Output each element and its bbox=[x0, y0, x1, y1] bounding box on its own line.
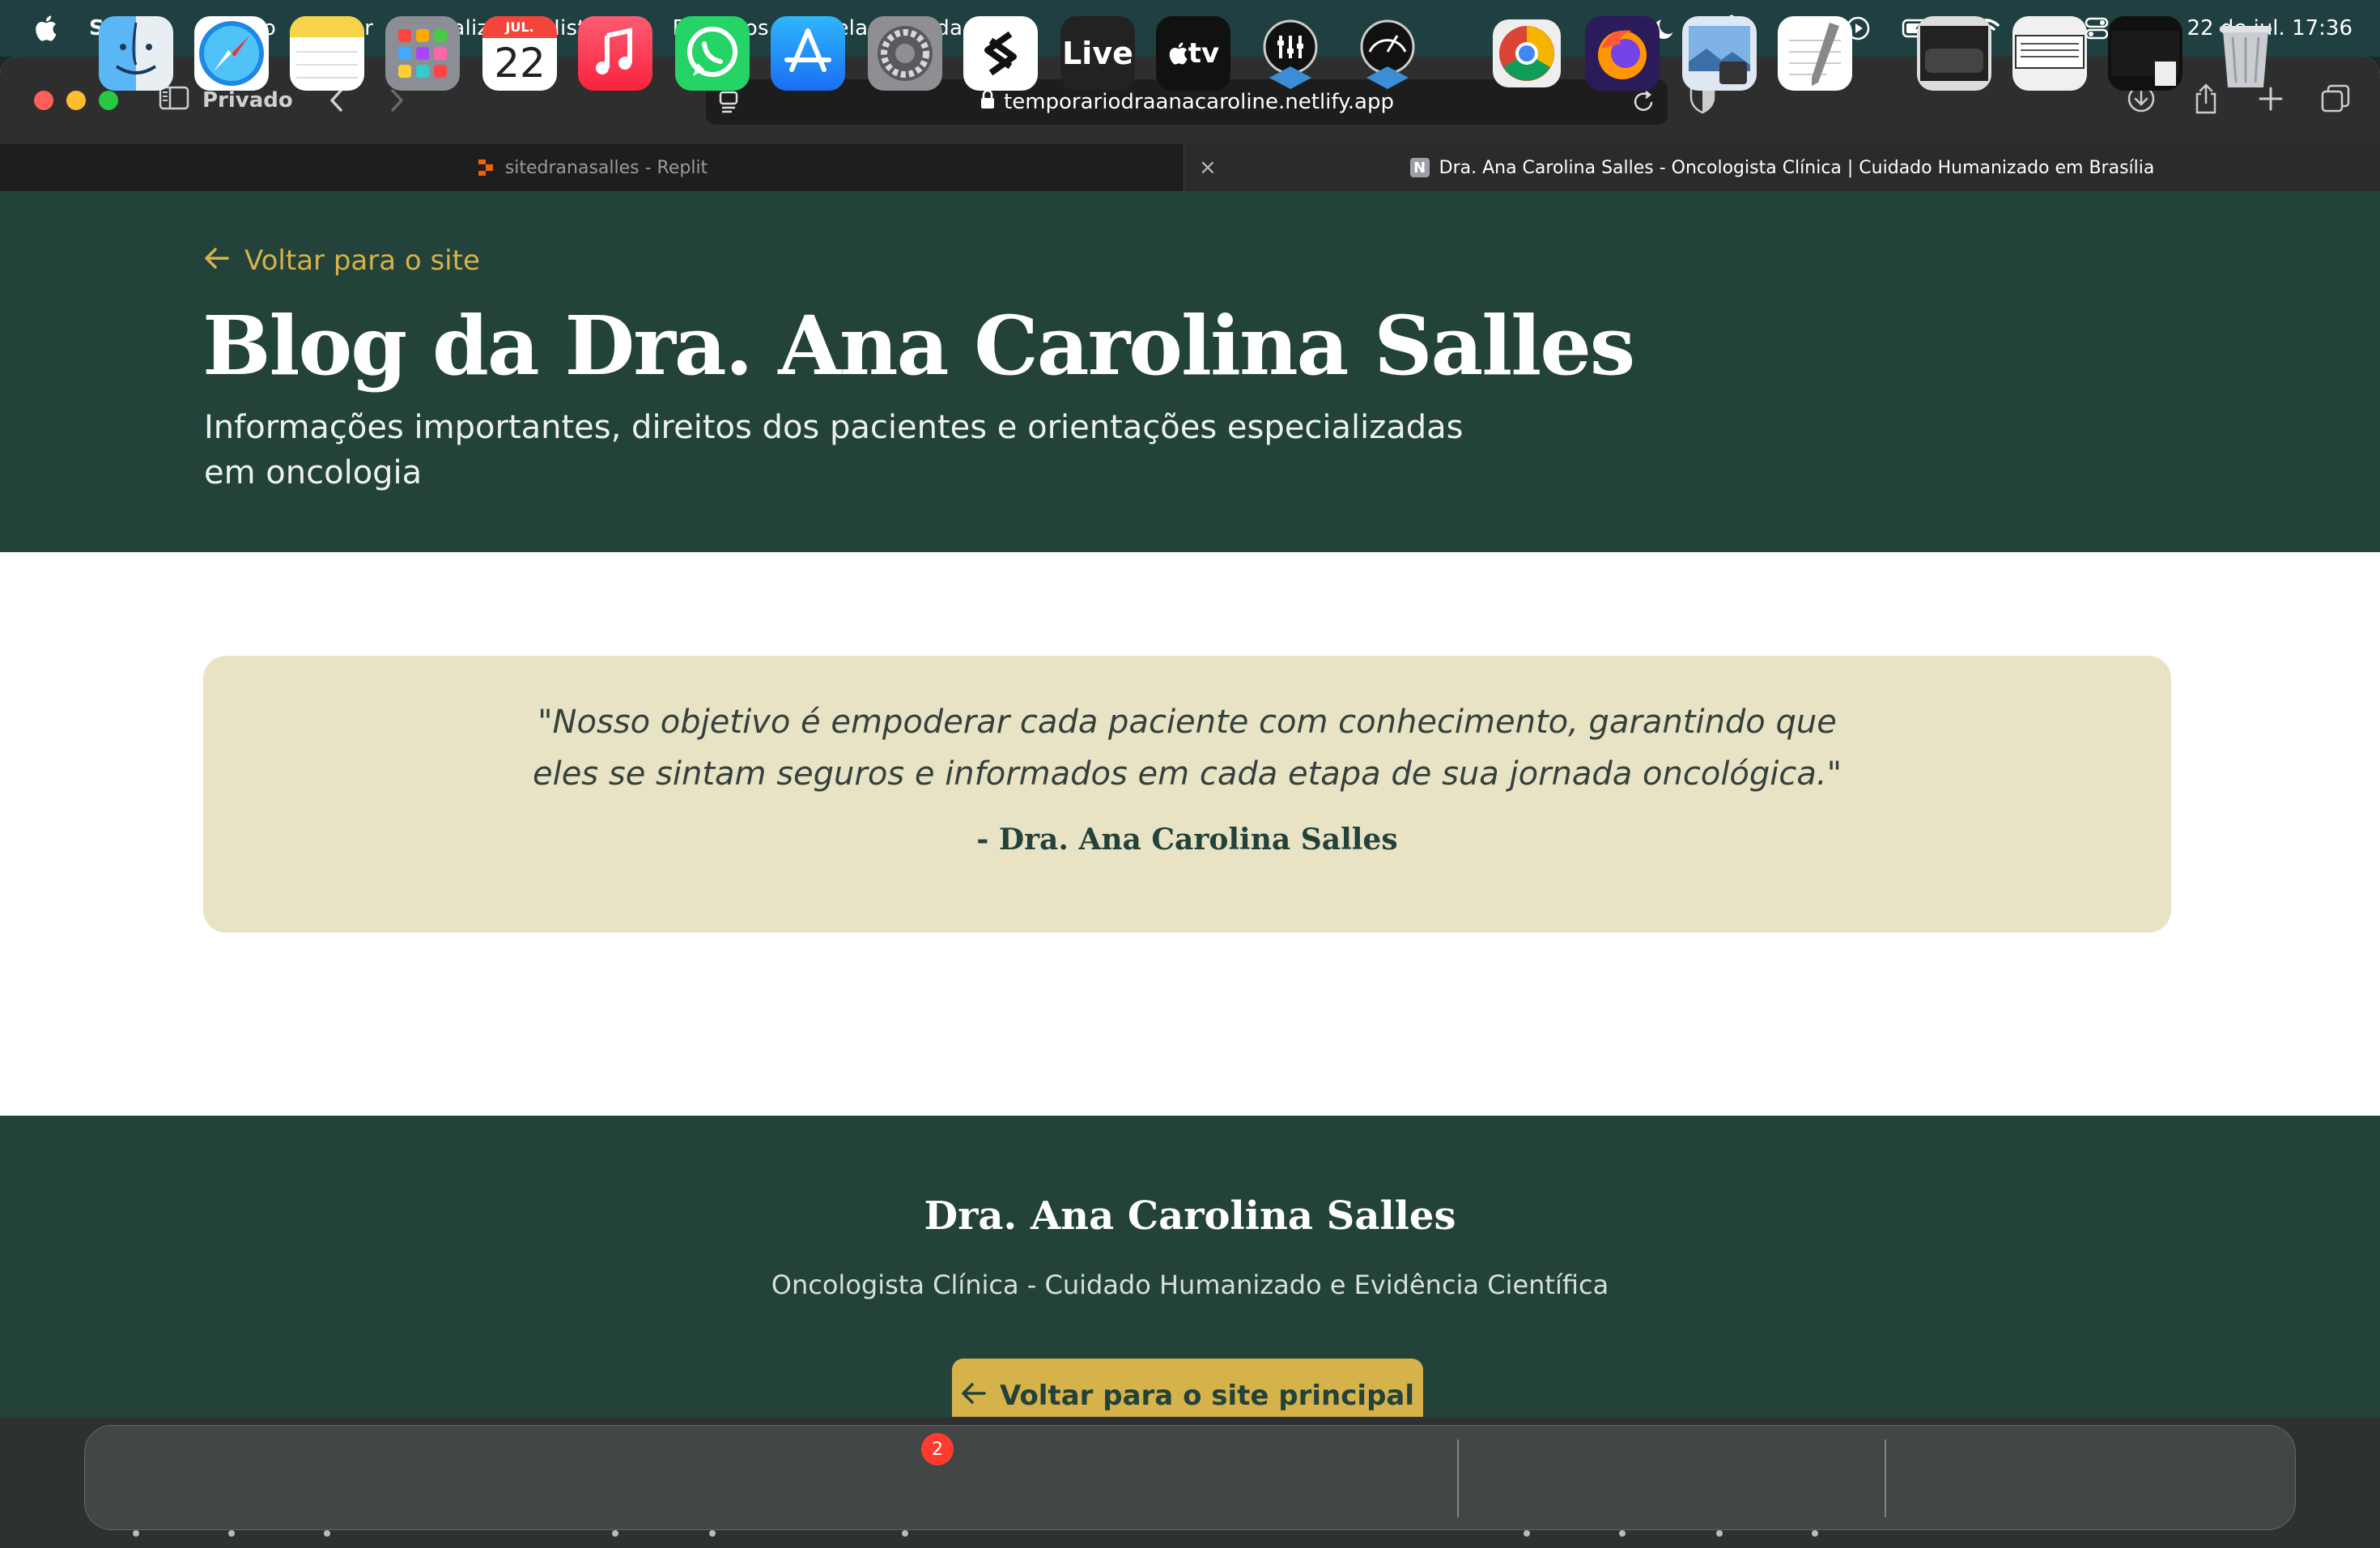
calendar-month: JUL. bbox=[482, 16, 557, 38]
sidebar-icon bbox=[159, 86, 189, 116]
running-indicator bbox=[1716, 1530, 1723, 1537]
url-display: temporariodraanacaroline.netlify.app bbox=[706, 89, 1668, 116]
replit-favicon-icon bbox=[476, 158, 495, 177]
calendar-dock-icon[interactable]: JUL. 22 bbox=[482, 16, 557, 91]
uad-meter-dock-icon[interactable] bbox=[1350, 16, 1425, 91]
running-indicator bbox=[324, 1530, 330, 1537]
running-indicator bbox=[1619, 1530, 1626, 1537]
arrow-left-icon bbox=[204, 245, 230, 277]
app-store-dock-icon[interactable] bbox=[771, 16, 845, 91]
stack-image-2-thumbnail[interactable] bbox=[2012, 16, 2087, 91]
zoom-window-button[interactable] bbox=[99, 91, 118, 110]
running-indicator bbox=[902, 1530, 908, 1537]
arrow-left-icon bbox=[961, 1380, 987, 1412]
site-footer: Dra. Ana Carolina Salles Oncologista Clí… bbox=[0, 1116, 2380, 1417]
tv-label: tv bbox=[1188, 37, 1220, 70]
running-indicator bbox=[709, 1530, 716, 1537]
dock bbox=[84, 1425, 2296, 1530]
back-to-main-site-button[interactable]: Voltar para o site principal bbox=[952, 1359, 1423, 1417]
web-content: Voltar para o site Blog da Dra. Ana Caro… bbox=[0, 191, 2380, 1417]
running-indicator bbox=[1524, 1530, 1530, 1537]
quote-author: - Dra. Ana Carolina Salles bbox=[976, 823, 1398, 857]
running-indicator bbox=[228, 1530, 235, 1537]
minimize-window-button[interactable] bbox=[66, 91, 86, 110]
tab-bar: sitedranasalles - Replit × N Dra. Ana Ca… bbox=[0, 144, 2380, 192]
ableton-live-dock-icon[interactable]: Live bbox=[1060, 16, 1135, 91]
window-controls bbox=[34, 91, 118, 110]
finder-dock-icon[interactable] bbox=[99, 16, 173, 91]
firefox-dock-icon[interactable] bbox=[1585, 16, 1660, 91]
close-tab-icon[interactable]: × bbox=[1199, 157, 1217, 178]
control-center-icon[interactable] bbox=[2085, 12, 2109, 45]
capcut-dock-icon[interactable] bbox=[963, 16, 1038, 91]
private-mode-label: Privado bbox=[202, 88, 293, 113]
page-title: Blog da Dra. Ana Carolina Salles bbox=[202, 298, 1635, 393]
lock-icon bbox=[980, 89, 996, 116]
blog-header: Voltar para o site Blog da Dra. Ana Caro… bbox=[0, 191, 2380, 552]
textedit-dock-icon[interactable] bbox=[1778, 16, 1852, 91]
notes-dock-icon[interactable] bbox=[290, 16, 364, 91]
dock-separator bbox=[1457, 1440, 1459, 1517]
tab-title: sitedranasalles - Replit bbox=[504, 157, 708, 178]
system-settings-dock-icon[interactable] bbox=[868, 16, 942, 91]
tab-title: Dra. Ana Carolina Salles - Oncologista C… bbox=[1439, 157, 2155, 178]
back-to-site-label: Voltar para o site bbox=[244, 245, 480, 277]
chrome-dock-icon[interactable] bbox=[1490, 16, 1564, 91]
page-subtitle: Informações importantes, direitos dos pa… bbox=[204, 409, 1464, 491]
safari-window: Privado temporariodraanacaroline.netlify… bbox=[0, 57, 2380, 1417]
running-indicator bbox=[612, 1530, 618, 1537]
tab-replit[interactable]: sitedranasalles - Replit bbox=[0, 144, 1184, 191]
running-indicator bbox=[1812, 1530, 1818, 1537]
apple-menu-icon[interactable] bbox=[32, 15, 58, 42]
footer-tagline: Oncologista Clínica - Cuidado Humanizado… bbox=[771, 1269, 1609, 1300]
uad-console-dock-icon[interactable] bbox=[1253, 16, 1328, 91]
close-window-button[interactable] bbox=[34, 91, 53, 110]
trash-dock-icon[interactable] bbox=[2208, 16, 2283, 91]
settings-notification-badge: 2 bbox=[921, 1433, 954, 1465]
whatsapp-dock-icon[interactable] bbox=[675, 16, 750, 91]
mission-quote-card: "Nosso objetivo é empoderar cada pacient… bbox=[203, 656, 2171, 933]
footer-doctor-name: Dra. Ana Carolina Salles bbox=[924, 1193, 1456, 1239]
calendar-day: 22 bbox=[494, 40, 546, 87]
quote-line-1: "Nosso objetivo é empoderar cada pacient… bbox=[538, 704, 1837, 741]
reload-icon[interactable] bbox=[1632, 89, 1656, 121]
dock-separator bbox=[1885, 1440, 1886, 1517]
apple-tv-dock-icon[interactable]: tv bbox=[1156, 16, 1230, 91]
safari-dock-icon[interactable] bbox=[194, 16, 269, 91]
back-to-site-link[interactable]: Voltar para o site bbox=[204, 245, 480, 277]
tab-overview-icon[interactable] bbox=[2320, 81, 2351, 117]
quote-line-2: eles se sintam seguros e informados em c… bbox=[532, 755, 1842, 793]
music-dock-icon[interactable] bbox=[578, 16, 652, 91]
url-text: temporariodraanacaroline.netlify.app bbox=[1004, 90, 1394, 114]
stack-image-3-thumbnail[interactable] bbox=[2108, 16, 2182, 91]
running-indicator bbox=[133, 1530, 139, 1537]
stack-image-1-thumbnail[interactable] bbox=[1917, 16, 1991, 91]
site-favicon-icon: N bbox=[1409, 158, 1430, 177]
launchpad-dock-icon[interactable] bbox=[385, 16, 460, 91]
preview-dock-icon[interactable] bbox=[1682, 16, 1757, 91]
tab-active-page[interactable]: × N Dra. Ana Carolina Salles - Oncologis… bbox=[1184, 144, 2380, 191]
quote-text: "Nosso objetivo é empoderar cada pacient… bbox=[203, 696, 2171, 800]
back-to-main-site-label: Voltar para o site principal bbox=[999, 1380, 1415, 1412]
